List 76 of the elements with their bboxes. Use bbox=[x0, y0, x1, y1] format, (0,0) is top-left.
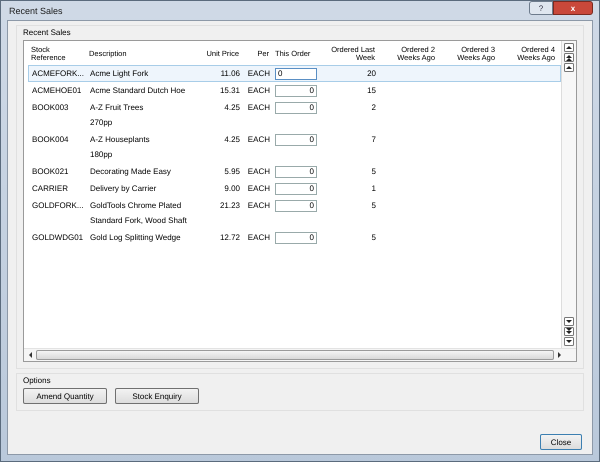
scroll-left-icon[interactable] bbox=[28, 352, 34, 358]
help-button[interactable]: ? bbox=[529, 1, 553, 15]
table-cell-text: GOLDWDG01 bbox=[31, 232, 84, 244]
quantity-field[interactable]: 0 bbox=[275, 134, 317, 146]
table-cell-text: BOOK004 bbox=[31, 134, 70, 146]
grid-row[interactable]: GOLDFORK... GoldTools Chrome Plated 21.23 EACH 0 5 Standard Fork, Wood Shaft bbox=[28, 197, 561, 229]
table-cell-text: CARRIER bbox=[31, 183, 70, 195]
table-cell-text: EACH bbox=[246, 102, 271, 114]
table-cell-text: GoldTools Chrome Plated bbox=[89, 200, 182, 212]
grid-row[interactable]: BOOK003 A-Z Fruit Trees 4.25 EACH 0 2 270pp bbox=[28, 99, 561, 131]
option-button[interactable]: Amend Quantity bbox=[23, 388, 107, 404]
table-cell-text: 5 bbox=[370, 200, 377, 212]
table-cell-text: 1 bbox=[370, 183, 377, 195]
grid-row[interactable]: BOOK021 Decorating Made Easy 5.95 EACH 0 5 bbox=[28, 163, 561, 180]
table-cell-text: Gold Log Splitting Wedge bbox=[89, 232, 182, 244]
quantity-field[interactable]: 0 bbox=[275, 200, 317, 212]
grid-row[interactable]: CARRIER Delivery by Carrier 9.00 EACH 0 1 bbox=[28, 180, 561, 197]
group-label: Recent Sales bbox=[23, 28, 72, 37]
table-cell-text: EACH bbox=[246, 200, 271, 212]
table-cell-text: 20 bbox=[366, 68, 377, 80]
table-cell-text: 9.00 bbox=[223, 183, 241, 195]
scroll-down-icon[interactable] bbox=[564, 337, 574, 346]
table-cell-text: GOLDFORK... bbox=[31, 200, 85, 212]
grid-row[interactable]: BOOK004 A-Z Houseplants 4.25 EACH 0 7 180pp bbox=[28, 131, 561, 163]
table-cell-text: BOOK021 bbox=[31, 166, 70, 178]
table-cell-text: EACH bbox=[246, 232, 271, 244]
table-cell-text: 2 bbox=[370, 102, 377, 114]
table-cell-text: BOOK003 bbox=[31, 102, 70, 114]
window-close-button[interactable]: x bbox=[553, 1, 593, 15]
table-cell-text: 12.72 bbox=[218, 232, 241, 244]
scroll-up-icon[interactable] bbox=[564, 43, 574, 52]
table-cell-text: Decorating Made Easy bbox=[89, 166, 172, 178]
table-cell-text: 4.25 bbox=[223, 102, 241, 114]
table-cell-text: Acme Standard Dutch Hoe bbox=[89, 85, 186, 97]
table-cell-text: EACH bbox=[246, 68, 271, 80]
table-cell-text: 11.06 bbox=[220, 68, 241, 80]
scroll-down-icon[interactable] bbox=[564, 317, 574, 326]
quantity-field[interactable]: 0 bbox=[275, 68, 317, 80]
table-cell-text: Acme Light Fork bbox=[89, 68, 150, 80]
quantity-field[interactable]: 0 bbox=[275, 232, 317, 244]
scrollbar-thumb[interactable] bbox=[36, 350, 554, 360]
scroll-bottom-icon[interactable] bbox=[564, 327, 574, 336]
table-cell-text: 270pp bbox=[89, 117, 114, 129]
table-cell-text: EACH bbox=[246, 85, 271, 97]
close-dialog-button[interactable]: Close bbox=[540, 434, 582, 450]
grid-row[interactable]: ACMEHOE01 Acme Standard Dutch Hoe 15.31 EACH 0 15 bbox=[28, 82, 561, 99]
table-cell-text: 5.95 bbox=[223, 166, 241, 178]
table-cell-text: 4.25 bbox=[223, 134, 241, 146]
table-cell-text: 5 bbox=[370, 166, 377, 178]
table-cell-text: 15 bbox=[366, 85, 377, 97]
table-cell-text: A-Z Fruit Trees bbox=[89, 102, 144, 114]
quantity-field[interactable]: 0 bbox=[275, 166, 317, 178]
grid-row[interactable]: GOLDWDG01 Gold Log Splitting Wedge 12.72 EACH 0 5 bbox=[28, 229, 561, 246]
table-cell-text: A-Z Houseplants bbox=[89, 134, 151, 146]
table-cell-text: Delivery by Carrier bbox=[89, 183, 158, 195]
group-label: Options bbox=[23, 376, 52, 385]
quantity-field[interactable]: 0 bbox=[275, 84, 317, 96]
scroll-right-icon[interactable] bbox=[556, 352, 562, 358]
table-cell-text: 5 bbox=[370, 232, 377, 244]
table-cell-text: 15.31 bbox=[218, 85, 241, 97]
scroll-top-icon[interactable] bbox=[564, 53, 574, 62]
table-cell-text: ACMEHOE01 bbox=[31, 85, 82, 97]
table-cell-text: ACMEFORK... bbox=[31, 68, 86, 80]
table-cell-text: EACH bbox=[246, 134, 271, 146]
quantity-field[interactable]: 0 bbox=[275, 182, 317, 194]
table-cell-text: EACH bbox=[246, 166, 271, 178]
quantity-field[interactable]: 0 bbox=[275, 102, 317, 114]
table-cell-text: EACH bbox=[246, 183, 271, 195]
option-button[interactable]: Stock Enquiry bbox=[115, 388, 199, 404]
table-cell-text: 7 bbox=[370, 134, 377, 146]
table-cell-text: 180pp bbox=[89, 149, 114, 161]
window-title: Recent Sales bbox=[9, 6, 63, 16]
grid-row[interactable]: ACMEFORK... Acme Light Fork 11.06 EACH 0 20 bbox=[28, 65, 561, 82]
table-cell-text: 21.23 bbox=[218, 200, 241, 212]
scroll-up-icon[interactable] bbox=[564, 63, 574, 72]
table-cell-text: Standard Fork, Wood Shaft bbox=[89, 215, 188, 227]
